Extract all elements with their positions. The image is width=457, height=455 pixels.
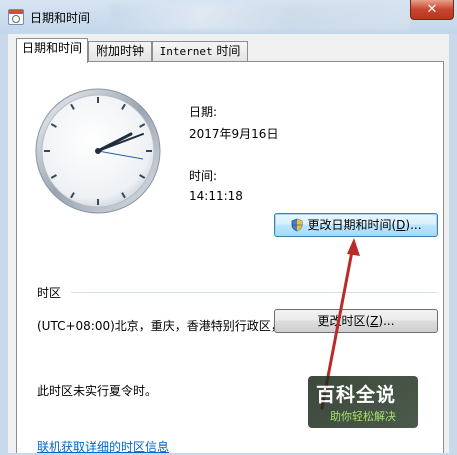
change-timezone-button[interactable]: 更改时区(Z)... (274, 309, 438, 333)
analog-clock-icon (35, 88, 161, 214)
close-button[interactable]: ✕ (410, 0, 454, 20)
change-date-time-label: 更改日期和时间( (307, 218, 397, 232)
tab-internet-time-suffix: 时间 (212, 44, 241, 58)
change-timezone-label: 更改时区( (317, 314, 371, 328)
close-icon: ✕ (426, 2, 438, 17)
tab-date-time-label: 日期和时间 (21, 41, 82, 55)
window-title: 日期和时间 (30, 11, 91, 25)
change-timezone-tail: )... (378, 314, 395, 328)
tab-date-time[interactable]: 日期和时间 (16, 38, 88, 63)
timezone-info-link[interactable]: 联机获取详细的时区信息 (37, 438, 169, 455)
dst-note: 此时区未实行夏令时。 (37, 384, 158, 398)
calendar-clock-icon (8, 9, 24, 25)
time-label: 时间: (189, 169, 218, 183)
change-date-time-tail: )... (405, 218, 422, 232)
change-date-time-button[interactable]: 更改日期和时间(D)... (274, 213, 438, 237)
watermark-subtitle: 助你轻松解决 (330, 410, 396, 423)
date-label: 日期: (189, 105, 218, 119)
tab-additional-clocks-label: 附加时钟 (95, 44, 144, 58)
uac-shield-icon (292, 218, 303, 232)
watermark-logo: 百科全说 助你轻松解决 (308, 376, 418, 428)
date-value: 2017年9月16日 (189, 127, 279, 141)
blurred-background (110, 4, 410, 30)
time-value: 14:11:18 (189, 189, 243, 203)
tab-additional-clocks[interactable]: 附加时钟 (88, 41, 152, 62)
watermark-title: 百科全说 (316, 384, 397, 406)
window-titlebar[interactable]: 日期和时间 ✕ (0, 0, 457, 34)
tab-internet-time-prefix: Internet (159, 45, 213, 58)
tab-internet-time[interactable]: Internet 时间 (152, 41, 248, 62)
timezone-divider (71, 292, 437, 293)
timezone-section-title: 时区 (37, 286, 62, 300)
